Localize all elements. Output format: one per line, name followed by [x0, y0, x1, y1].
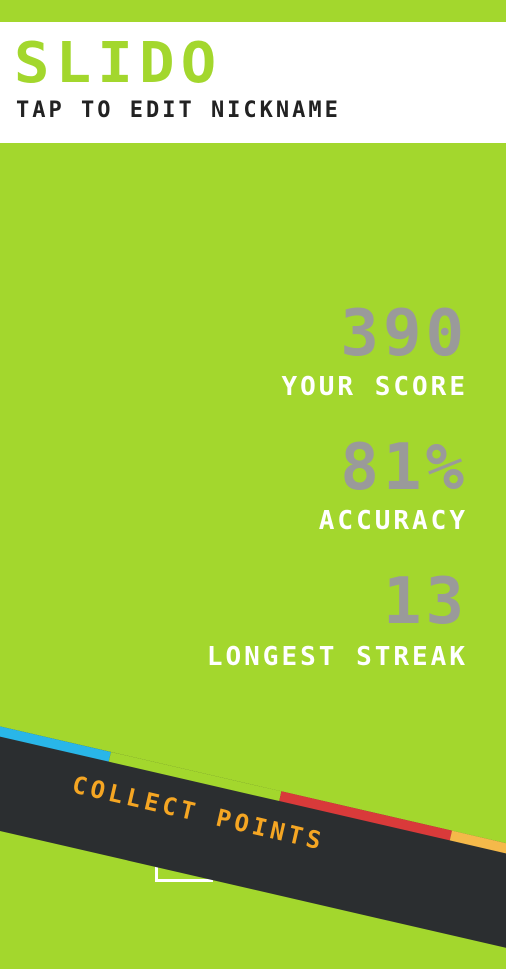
header-bar: SLIDO TAP TO EDIT NICKNAME	[0, 22, 506, 143]
accuracy-label: ACCURACY	[318, 506, 468, 536]
accuracy-value: 81%	[340, 431, 468, 505]
score-label: YOUR SCORE	[281, 372, 468, 402]
collect-points-label: COLLECT POINTS	[69, 770, 328, 856]
streak-label: LONGEST STREAK	[206, 642, 468, 672]
app-title: SLIDO	[14, 31, 223, 96]
edit-nickname-button[interactable]: TAP TO EDIT NICKNAME	[16, 100, 341, 122]
streak-value: 13	[382, 565, 468, 639]
stripe-blue	[0, 712, 111, 762]
status-bar	[0, 0, 506, 22]
collect-points-banner[interactable]: COLLECT POINTS	[0, 712, 506, 969]
stripe-orange	[449, 830, 506, 880]
score-value: 390	[340, 297, 468, 371]
